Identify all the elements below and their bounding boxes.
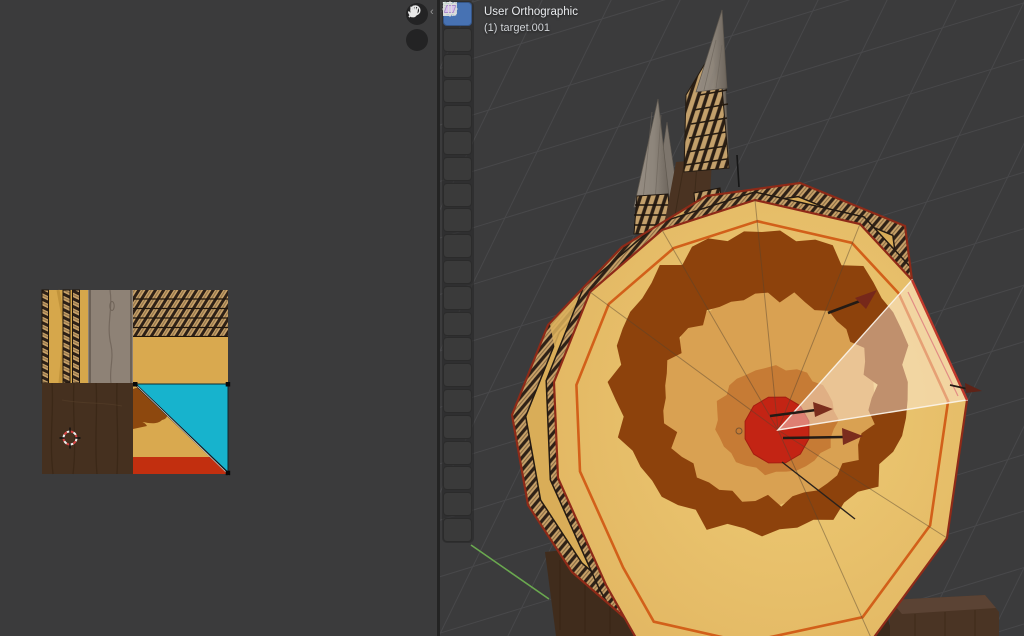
uv-vertex-handle[interactable] xyxy=(133,382,138,387)
tool-transform-button[interactable] xyxy=(443,131,472,155)
uv-vertex-handle[interactable] xyxy=(226,471,231,476)
tool-rotate-button[interactable] xyxy=(443,79,472,103)
active-object-label: (1) target.001 xyxy=(484,20,578,36)
tool-bevel-button[interactable] xyxy=(443,286,472,310)
tool-measure-button[interactable] xyxy=(443,183,472,207)
tool-smooth-button[interactable] xyxy=(443,415,472,439)
view-name-label: User Orthographic xyxy=(484,4,578,20)
stake-left xyxy=(634,99,671,234)
viewport-toolbar xyxy=(442,1,474,543)
uv-texture-canvas[interactable] xyxy=(0,0,437,636)
tool-edge-slide-button[interactable] xyxy=(443,441,472,465)
uv-editor-pane: ‹ xyxy=(0,0,437,636)
tool-loop-cut-button[interactable] xyxy=(443,312,472,336)
tool-shrink-fatten-button[interactable] xyxy=(443,466,472,490)
tool-cursor-button[interactable] xyxy=(443,28,472,52)
stray-edge-line xyxy=(737,155,739,187)
uv-vertex-handle[interactable] xyxy=(226,382,231,387)
tool-poly-build-button[interactable] xyxy=(443,363,472,387)
tool-spin-button[interactable] xyxy=(443,389,472,413)
blender-window: ‹ xyxy=(0,0,1024,636)
tool-move-button[interactable] xyxy=(443,54,472,78)
hand-icon xyxy=(406,3,422,19)
y-axis-line xyxy=(471,545,549,599)
tool-shear-button[interactable] xyxy=(443,492,472,516)
uv-texture-image xyxy=(42,290,230,475)
editor-nav-controls xyxy=(406,3,428,51)
tool-extrude-region-button[interactable] xyxy=(443,234,472,258)
tool-add-cube-button[interactable] xyxy=(443,208,472,232)
tool-scale-button[interactable] xyxy=(443,105,472,129)
viewport-3d-canvas[interactable] xyxy=(440,0,1024,636)
tool-rip-region-button[interactable] xyxy=(443,518,472,542)
panel-collapse-chevron[interactable]: ‹ xyxy=(430,6,434,18)
rip-region-icon xyxy=(442,1,458,17)
viewport-header: User Orthographic (1) target.001 xyxy=(484,4,578,36)
tool-knife-button[interactable] xyxy=(443,337,472,361)
viewport-3d-pane: User Orthographic (1) target.001 xyxy=(440,0,1024,636)
uv-pan-button[interactable] xyxy=(406,29,428,51)
tool-inset-faces-button[interactable] xyxy=(443,260,472,284)
tool-annotate-button[interactable] xyxy=(443,157,472,181)
